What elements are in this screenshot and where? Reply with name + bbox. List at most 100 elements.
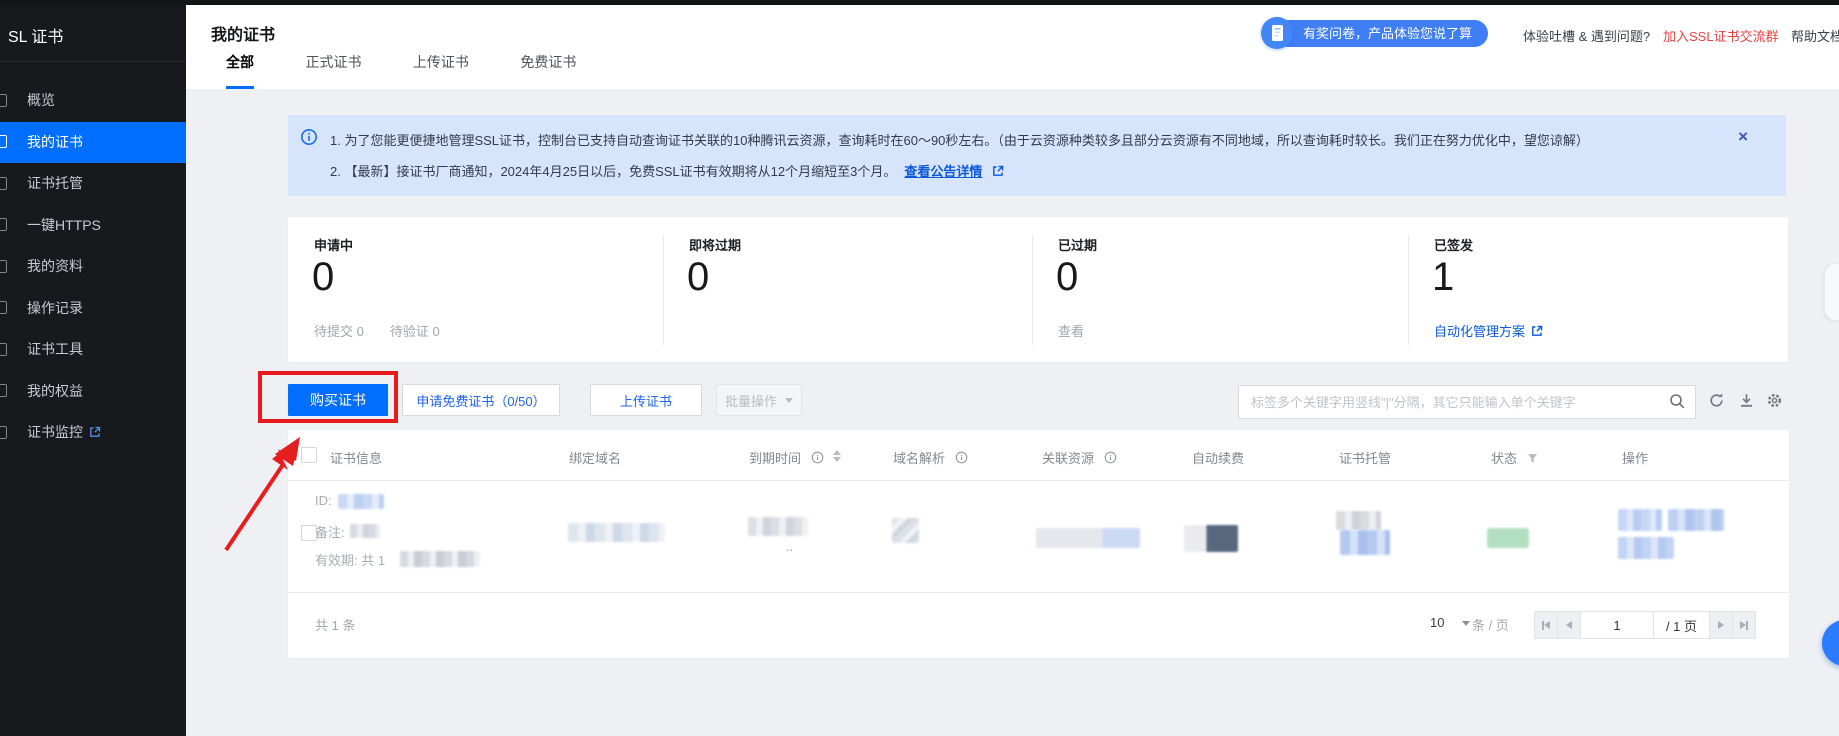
tab-all[interactable]: 全部	[226, 52, 254, 89]
survey-doc-icon	[1261, 17, 1293, 49]
sidebar-item-cert-monitor[interactable]: 证书监控	[0, 412, 186, 454]
sidebar-item-operation-log[interactable]: 操作记录	[0, 288, 186, 330]
stat-value: 0	[1056, 253, 1078, 301]
notice-banner: 1. 为了您能更便捷地管理SSL证书，控制台已支持自动查询证书关联的10种腾讯云…	[288, 115, 1786, 196]
external-link-icon	[89, 413, 101, 455]
table-footer: 共 1 条 10 条 / 页 1 / 1 页	[288, 593, 1789, 658]
monitor-icon	[0, 426, 7, 439]
sidebar-item-label: 操作记录	[27, 300, 83, 316]
sidebar-item-one-click-https[interactable]: 一键HTTPS	[0, 205, 186, 247]
announcement-link[interactable]: 查看公告详情	[904, 164, 982, 179]
prev-page-button[interactable]	[1557, 611, 1581, 639]
tab-paid-certs[interactable]: 正式证书	[305, 52, 361, 86]
tab-uploaded-certs[interactable]: 上传证书	[413, 52, 469, 86]
tab-bar: 全部 正式证书 上传证书 免费证书	[226, 52, 623, 89]
sidebar-item-my-profile[interactable]: 我的资料	[0, 246, 186, 288]
col-dns-resolve: 域名解析	[893, 448, 968, 467]
cert-validity-label: 有效期: 共 1	[315, 550, 385, 569]
redacted-hosting-top	[1336, 511, 1381, 530]
sidebar-item-label: 我的证书	[27, 134, 83, 150]
batch-operation-button[interactable]: 批量操作	[716, 384, 802, 416]
sidebar-item-my-certificates[interactable]: 我的证书	[0, 122, 186, 164]
prev-page-icon	[1566, 621, 1572, 629]
tab-free-certs[interactable]: 免费证书	[520, 52, 576, 86]
buy-certificate-button[interactable]: 购买证书	[288, 384, 388, 416]
last-page-icon	[1746, 621, 1748, 630]
info-icon[interactable]	[955, 451, 968, 467]
tools-icon	[0, 343, 7, 356]
col-status: 状态	[1491, 448, 1538, 467]
stat-label: 即将过期	[689, 235, 741, 254]
upload-certificate-button[interactable]: 上传证书	[590, 384, 702, 416]
redacted-validity	[400, 551, 480, 567]
redacted-expire-dots: ..	[786, 539, 793, 554]
hosting-icon	[0, 177, 7, 190]
automation-plan-label: 自动化管理方案	[1434, 324, 1525, 339]
stat-sub-pending-submit: 待提交 0	[314, 321, 364, 340]
search-icon[interactable]	[1669, 393, 1686, 415]
help-doc-link[interactable]: 帮助文档	[1791, 26, 1839, 45]
chevron-down-icon[interactable]	[1462, 621, 1470, 626]
refresh-icon[interactable]	[1708, 392, 1726, 410]
automation-plan-link[interactable]: 自动化管理方案	[1434, 321, 1543, 340]
page-number-input[interactable]: 1	[1580, 611, 1654, 639]
sidebar-item-label: 我的资料	[27, 258, 83, 274]
log-icon	[0, 301, 7, 314]
stats-card: 申请中 0 待提交 0 待验证 0 即将过期 0 已过期 0 查看 已签发 1 …	[288, 217, 1788, 362]
join-group-link[interactable]: 加入SSL证书交流群	[1663, 26, 1779, 45]
sidebar-item-label: 证书工具	[27, 341, 83, 357]
sidebar-item-label: 概览	[27, 92, 55, 108]
close-icon[interactable]: ×	[1738, 127, 1748, 147]
sidebar-item-label: 证书托管	[27, 175, 83, 191]
banner-line-2: 2. 【最新】接证书厂商通知，2024年4月25日以后，免费SSL证书有效期将从…	[330, 161, 1004, 180]
redacted-domain	[568, 523, 665, 542]
next-page-icon	[1718, 621, 1724, 629]
sort-icon[interactable]	[833, 450, 841, 462]
benefits-icon	[0, 384, 7, 397]
search-box	[1238, 385, 1696, 419]
filter-icon[interactable]	[1527, 452, 1538, 467]
view-link[interactable]: 查看	[1058, 321, 1084, 340]
info-icon[interactable]	[1104, 451, 1117, 467]
col-auto-renew: 自动续费	[1192, 448, 1244, 467]
external-link-icon	[992, 165, 1004, 180]
pagination: 1 / 1 页	[1535, 611, 1756, 639]
sidebar-item-cert-tools[interactable]: 证书工具	[0, 329, 186, 371]
info-icon	[300, 128, 318, 151]
select-all-checkbox[interactable]	[301, 447, 317, 463]
page-title: 我的证书	[211, 21, 275, 45]
first-page-button[interactable]	[1534, 611, 1558, 639]
table-row: ID: 备注: 有效期: 共 1 ..	[288, 481, 1789, 593]
stat-expiring-soon: 即将过期 0	[663, 217, 1032, 362]
sidebar: SL 证书 概览 我的证书 证书托管 一键HTTPS 我的资料 操作记录 证书工…	[0, 5, 186, 736]
settings-gear-icon[interactable]	[1766, 392, 1784, 410]
certificates-table: 证书信息 绑定域名 到期时间 域名解析 关联资源 自动续费 证书托管 状态 操作	[288, 430, 1789, 658]
col-label: 域名解析	[893, 451, 945, 466]
external-link-icon	[1531, 325, 1543, 340]
sidebar-item-overview[interactable]: 概览	[0, 80, 186, 122]
sidebar-item-cert-hosting[interactable]: 证书托管	[0, 163, 186, 205]
next-page-button[interactable]	[1709, 611, 1733, 639]
certificate-icon	[0, 135, 7, 148]
search-input[interactable]	[1238, 385, 1696, 419]
floating-assistant-button[interactable]	[1822, 620, 1839, 666]
sidebar-item-my-benefits[interactable]: 我的权益	[0, 371, 186, 413]
download-icon[interactable]	[1738, 392, 1756, 410]
table-header-row: 证书信息 绑定域名 到期时间 域名解析 关联资源 自动续费 证书托管 状态 操作	[288, 430, 1789, 481]
last-page-button[interactable]	[1732, 611, 1756, 639]
sidebar-item-label: 一键HTTPS	[27, 217, 101, 233]
chevron-down-icon	[785, 398, 793, 403]
sidebar-item-label: 我的权益	[27, 383, 83, 399]
redacted-expire-date	[748, 517, 808, 536]
redacted-action-link	[1618, 509, 1662, 531]
page-size-value[interactable]: 10	[1430, 615, 1444, 630]
banner-line-2-text: 2. 【最新】接证书厂商通知，2024年4月25日以后，免费SSL证书有效期将从…	[330, 164, 896, 179]
redacted-action-link	[1668, 509, 1724, 531]
https-icon	[0, 218, 7, 231]
batch-operation-label: 批量操作	[725, 391, 777, 410]
cert-id-label: ID:	[315, 493, 332, 508]
collapsed-drawer-handle[interactable]	[1824, 263, 1839, 321]
info-icon[interactable]	[811, 451, 824, 467]
apply-free-certificate-button[interactable]: 申请免费证书（0/50）	[402, 384, 560, 416]
col-actions: 操作	[1622, 448, 1648, 467]
